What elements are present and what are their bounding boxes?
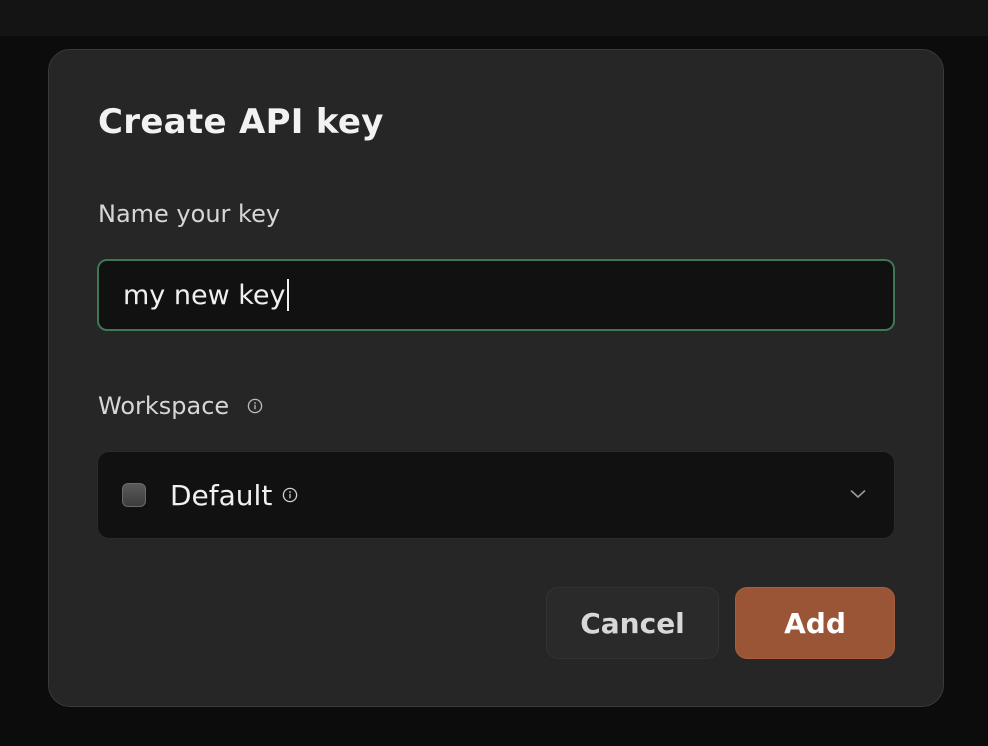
key-name-input[interactable]: my new key [97, 259, 895, 331]
workspace-select[interactable]: Default [97, 451, 895, 539]
top-bar-backdrop [0, 0, 988, 36]
text-caret [286, 279, 289, 311]
info-circle-icon[interactable] [247, 398, 263, 414]
chevron-down-icon [850, 489, 866, 499]
create-api-key-dialog: Create API key Name your key my new key … [48, 49, 944, 707]
workspace-field-label-text: Workspace [98, 392, 230, 420]
add-button[interactable]: Add [735, 587, 895, 659]
square-swatch-icon [122, 483, 146, 507]
name-field-label-text: Name your key [98, 200, 281, 228]
cancel-button[interactable]: Cancel [546, 587, 719, 659]
workspace-field-label: Workspace [98, 392, 263, 420]
name-field-label: Name your key [98, 200, 280, 228]
key-name-input-value: my new key [123, 279, 286, 311]
dialog-title: Create API key [98, 102, 384, 142]
workspace-selected-value: Default [170, 478, 273, 512]
info-circle-icon[interactable] [282, 487, 298, 503]
